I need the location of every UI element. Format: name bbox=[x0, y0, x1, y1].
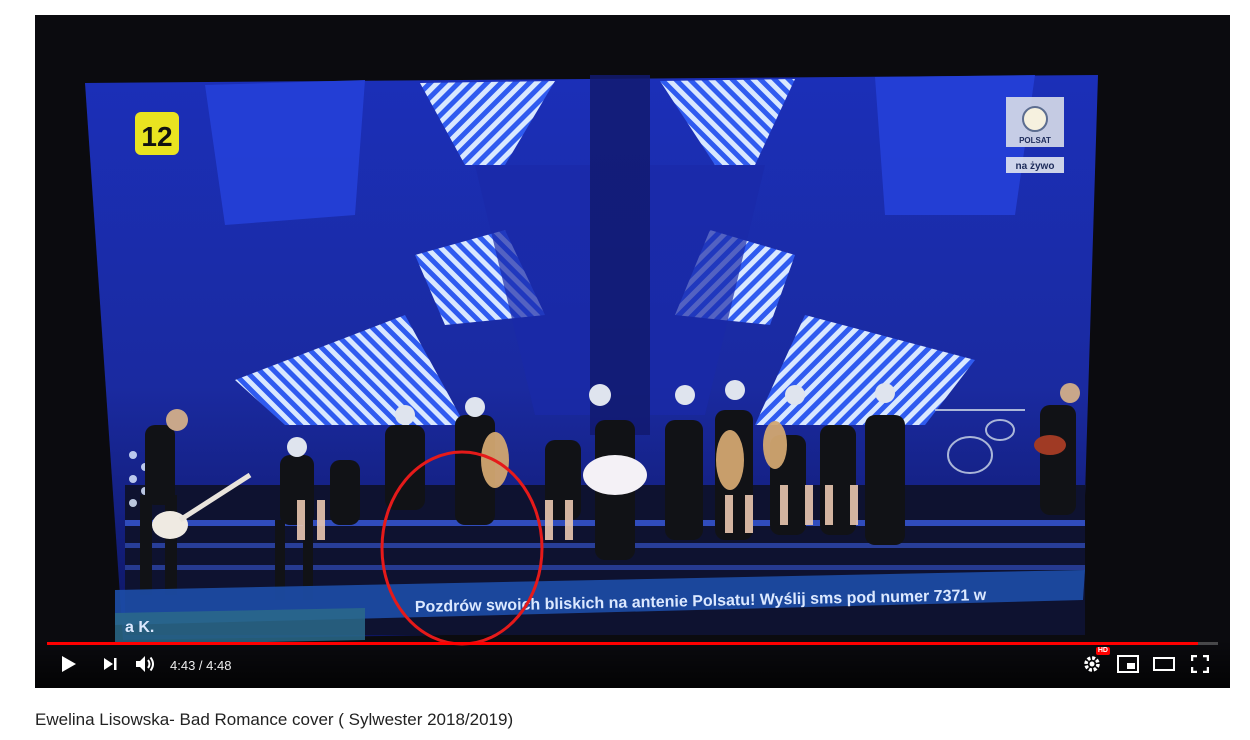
svg-text:POLSAT: POLSAT bbox=[1019, 136, 1051, 145]
progress-bar[interactable] bbox=[47, 642, 1218, 645]
video-caption: Ewelina Lisowska- Bad Romance cover ( Sy… bbox=[35, 710, 514, 729]
video-frame[interactable]: 12 POLSAT na żywo Pozdrów swoich bliskic… bbox=[35, 15, 1230, 688]
settings-icon bbox=[1084, 656, 1100, 672]
hd-badge: HD bbox=[1095, 647, 1110, 655]
play-button[interactable] bbox=[55, 652, 83, 676]
player-controls: 4:43 / 4:48 HD bbox=[35, 640, 1230, 688]
volume-button[interactable] bbox=[131, 652, 159, 676]
lead-singer bbox=[583, 455, 647, 495]
play-icon bbox=[62, 656, 76, 672]
svg-text:na żywo: na żywo bbox=[1016, 161, 1055, 172]
miniplayer-button[interactable] bbox=[1114, 652, 1142, 676]
theater-mode-button[interactable] bbox=[1150, 652, 1178, 676]
guitar bbox=[1034, 435, 1066, 455]
next-icon bbox=[104, 658, 117, 670]
settings-button[interactable]: HD bbox=[1078, 647, 1110, 676]
miniplayer-icon bbox=[1117, 655, 1139, 673]
next-button[interactable] bbox=[96, 652, 124, 676]
age-rating-badge: 12 bbox=[135, 112, 179, 155]
fullscreen-icon bbox=[1191, 655, 1209, 673]
time-display: 4:43 / 4:48 bbox=[170, 658, 232, 673]
polsat-logo: POLSAT na żywo bbox=[1006, 97, 1064, 173]
fullscreen-button[interactable] bbox=[1186, 652, 1214, 676]
volume-icon bbox=[136, 656, 154, 672]
theater-icon bbox=[1153, 657, 1175, 671]
video-player[interactable]: 12 POLSAT na żywo Pozdrów swoich bliskic… bbox=[35, 15, 1230, 688]
svg-text:12: 12 bbox=[141, 121, 172, 152]
svg-text:a K.: a K. bbox=[125, 619, 154, 636]
progress-fill bbox=[47, 642, 1198, 645]
